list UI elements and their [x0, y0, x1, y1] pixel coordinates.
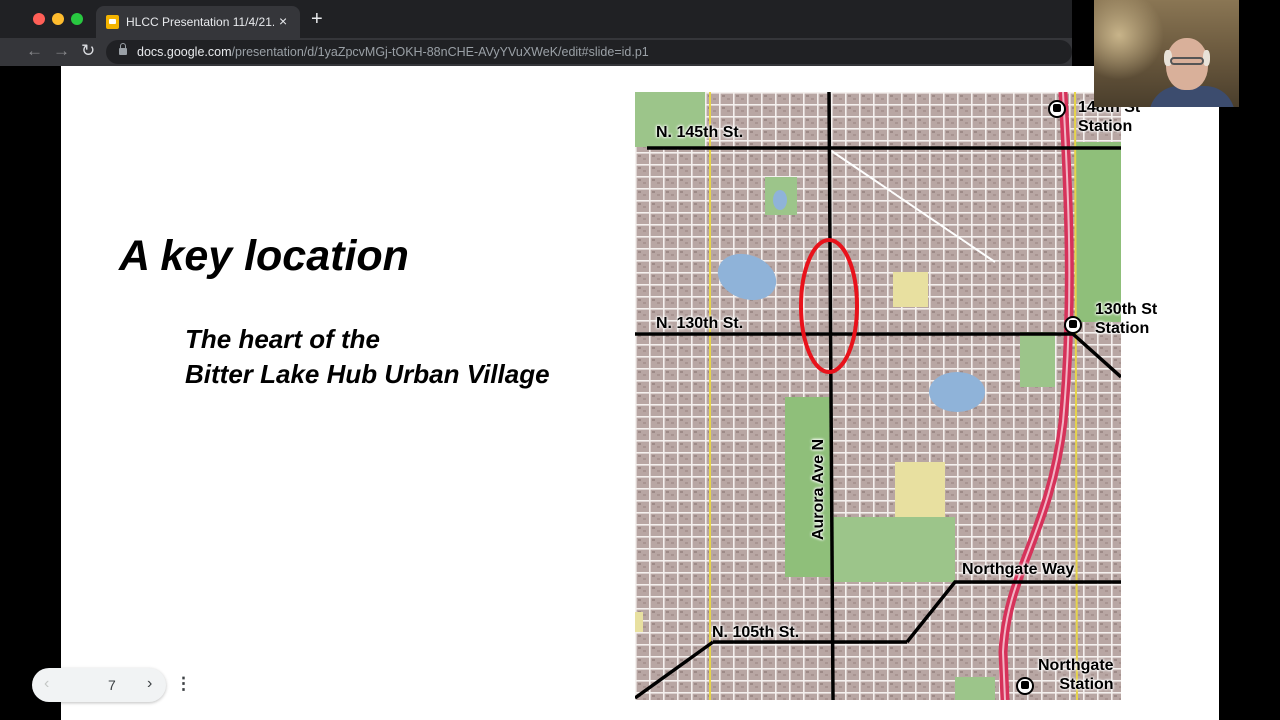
subtitle-line-2: Bitter Lake Hub Urban Village [185, 359, 550, 389]
map-label-northgate-way: Northgate Way [962, 561, 1075, 578]
new-tab-button[interactable]: + [311, 9, 323, 29]
browser-tab-bar: HLCC Presentation 11/4/21.pptx × + [0, 0, 1072, 38]
park-area [895, 462, 945, 517]
screen: HLCC Presentation 11/4/21.pptx × + ← → ↻… [0, 0, 1280, 720]
map-label-aurora: Aurora Ave N [810, 438, 828, 541]
station-130-line-2: Station [1095, 320, 1150, 337]
park-area [893, 272, 928, 307]
park-area [1020, 332, 1055, 387]
slide-number[interactable]: 7 [108, 677, 116, 693]
browser-toolbar: ← → ↻ docs.google.com/presentation/d/1ya… [0, 38, 1072, 66]
street-map [635, 92, 1121, 700]
address-bar[interactable]: docs.google.com/presentation/d/1yaZpcvMG… [106, 40, 1072, 64]
tab-close-icon[interactable]: × [279, 12, 287, 30]
reload-icon[interactable]: ↻ [81, 41, 95, 61]
more-options-icon[interactable]: ⋮ [175, 674, 192, 694]
next-slide-icon[interactable]: › [147, 675, 152, 693]
url-text: docs.google.com/presentation/d/1yaZpcvMG… [137, 45, 649, 59]
browser-tab[interactable]: HLCC Presentation 11/4/21.pptx × [96, 6, 300, 38]
subtitle-line-1: The heart of the [185, 324, 381, 354]
northgate-station-line-1: Northgate [1038, 657, 1114, 674]
map-label-n145: N. 145th St. [656, 124, 744, 141]
park-area [955, 677, 995, 700]
forward-arrow-icon[interactable]: → [53, 41, 70, 61]
station-148-line-2: Station [1078, 118, 1133, 135]
station-northgate-marker-icon [1016, 677, 1034, 695]
zoom-window-button[interactable] [71, 13, 83, 25]
northgate-station-line-2: Station [1059, 676, 1114, 693]
slides-favicon-icon [106, 15, 119, 29]
webcam-video [1094, 0, 1239, 107]
lock-icon[interactable] [119, 43, 127, 55]
pond [773, 190, 787, 210]
url-path: /presentation/d/1yaZpcvMGj-tOKH-88nCHE-A… [231, 45, 649, 59]
station-130-line-1: 130th St [1095, 301, 1158, 318]
station-130-marker-icon [1064, 316, 1082, 334]
park-area [830, 517, 955, 582]
map-label-northgate-station: Northgate Station [1038, 656, 1114, 694]
haller-lake [929, 372, 985, 412]
minimize-window-button[interactable] [52, 13, 64, 25]
tab-title: HLCC Presentation 11/4/21.pptx [126, 15, 274, 29]
station-148-marker-icon [1048, 100, 1066, 118]
map-label-n105: N. 105th St. [712, 624, 800, 641]
previous-slide-icon[interactable]: ‹ [44, 675, 49, 693]
map-label-station-130: 130th St Station [1095, 300, 1157, 338]
close-window-button[interactable] [33, 13, 45, 25]
map-label-n130: N. 130th St. [656, 315, 744, 332]
back-arrow-icon[interactable]: ← [26, 41, 43, 61]
park-area [635, 612, 643, 632]
url-host: docs.google.com [137, 45, 232, 59]
slide-subtitle: The heart of the Bitter Lake Hub Urban V… [185, 322, 550, 392]
presenter-glasses [1170, 57, 1204, 65]
park-area [1075, 142, 1121, 322]
slide-title: A key location [119, 232, 409, 280]
slide-navigation: ‹ 7 › ⋮ [32, 668, 192, 702]
